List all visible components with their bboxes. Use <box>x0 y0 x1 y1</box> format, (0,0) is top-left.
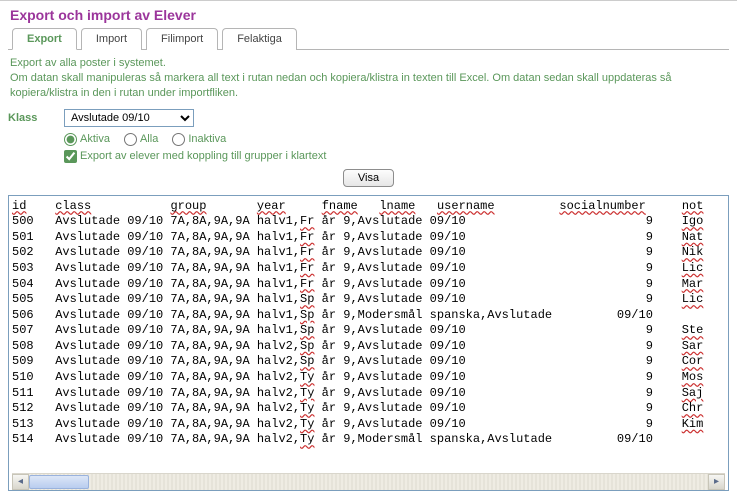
page-title: Export och import av Elever <box>10 7 729 23</box>
tab-bar: Export Import Filimport Felaktiga <box>8 27 729 50</box>
export-klartext-checkbox[interactable] <box>64 150 77 163</box>
tab-import[interactable]: Import <box>81 28 142 50</box>
klass-label: Klass <box>8 112 64 124</box>
radio-alla-label[interactable]: Alla <box>124 133 158 146</box>
visa-button[interactable]: Visa <box>343 169 394 187</box>
radio-alla-text: Alla <box>140 133 158 145</box>
scroll-right-button[interactable]: ▸ <box>708 474 725 490</box>
radio-inaktiva-text: Inaktiva <box>188 133 226 145</box>
tab-export[interactable]: Export <box>12 28 77 50</box>
desc-line-1: Export av alla poster i systemet. <box>10 56 727 71</box>
tab-filimport[interactable]: Filimport <box>146 28 218 50</box>
radio-inaktiva-label[interactable]: Inaktiva <box>172 133 226 146</box>
radio-aktiva-text: Aktiva <box>80 133 110 145</box>
radio-aktiva[interactable] <box>64 133 77 146</box>
tab-felaktiga[interactable]: Felaktiga <box>222 28 297 50</box>
scroll-left-button[interactable]: ◂ <box>12 474 29 490</box>
scroll-thumb[interactable] <box>29 475 89 489</box>
description-text: Export av alla poster i systemet. Om dat… <box>10 56 727 101</box>
export-textbox[interactable]: id class group year fname lname username… <box>8 195 729 491</box>
export-text-content[interactable]: id class group year fname lname username… <box>12 199 725 471</box>
radio-inaktiva[interactable] <box>172 133 185 146</box>
radio-aktiva-label[interactable]: Aktiva <box>64 133 110 146</box>
klass-select[interactable]: Avslutade 09/10 <box>64 109 194 127</box>
export-klartext-text: Export av elever med koppling till grupp… <box>80 150 326 162</box>
export-klartext-label[interactable]: Export av elever med koppling till grupp… <box>64 150 326 163</box>
status-radio-group: Aktiva Alla Inaktiva <box>64 133 729 146</box>
scroll-track[interactable] <box>29 474 708 490</box>
radio-alla[interactable] <box>124 133 137 146</box>
desc-line-2: Om datan skall manipuleras så markera al… <box>10 71 727 101</box>
horizontal-scrollbar[interactable]: ◂ ▸ <box>12 473 725 490</box>
